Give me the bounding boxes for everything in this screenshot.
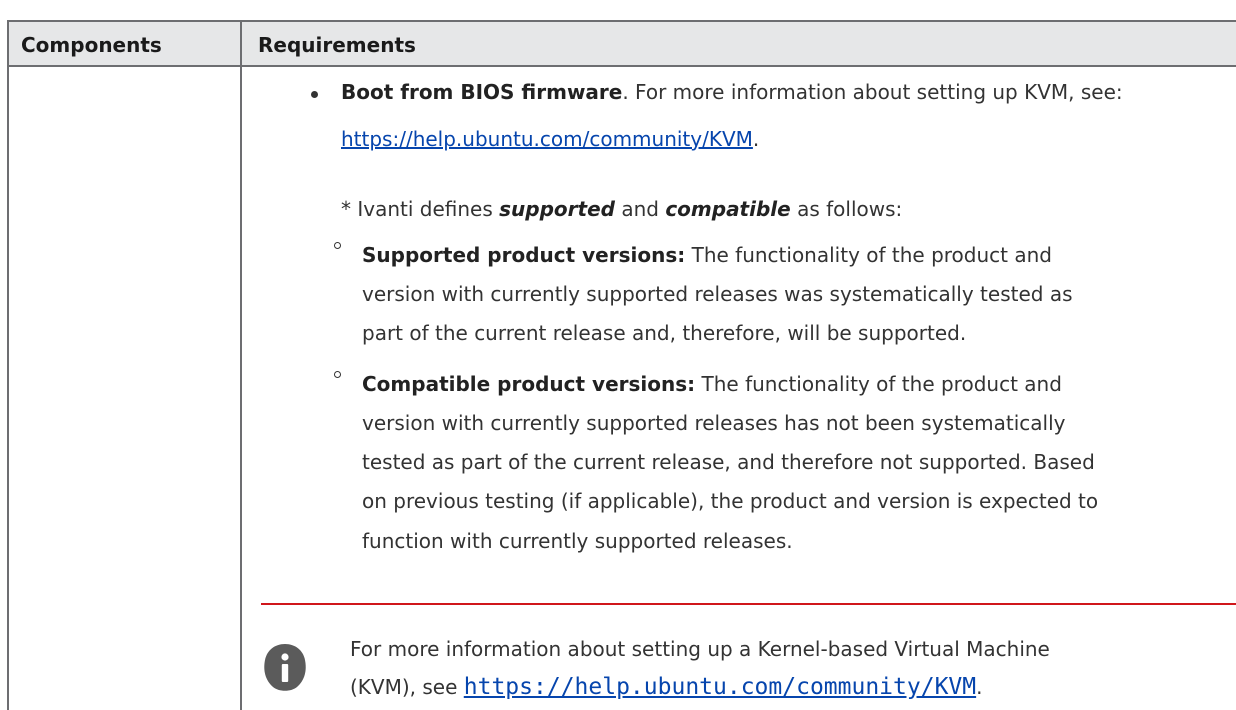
- bullet-line-2: https://help.ubuntu.com/community/KVM.: [341, 127, 759, 151]
- and-word: and: [614, 197, 666, 221]
- note-link-suffix: .: [976, 675, 983, 699]
- bullet-dot: [311, 91, 318, 98]
- bullet-link-suffix: .: [752, 127, 760, 151]
- intro-suffix: as follows:: [790, 197, 903, 221]
- compatible-label: Compatible product versions:: [362, 372, 696, 396]
- requirements-cell: Boot from BIOS firmware. For more inform…: [0, 0, 1236, 710]
- compatible-line-4: on previous testing (if applicable), the…: [362, 489, 1099, 513]
- note-line-1: For more information about setting up a …: [350, 637, 1050, 661]
- kvm-link[interactable]: https://help.ubuntu.com/community/KVM: [341, 127, 753, 151]
- compatible-word: compatible: [665, 197, 791, 221]
- document-page: Components Requirements Boot from BIOS f…: [0, 0, 1236, 710]
- compatible-line-2: version with currently supported release…: [362, 411, 1066, 435]
- note-line2-prefix: (KVM), see: [350, 675, 464, 699]
- note-kvm-link[interactable]: https://help.ubuntu.com/community/KVM: [464, 674, 976, 700]
- note-separator: [261, 603, 1236, 605]
- circle-bullet-compatible: [334, 371, 341, 378]
- supported-text-1: The functionality of the product and: [685, 243, 1052, 267]
- supported-line-1: Supported product versions: The function…: [362, 243, 1052, 267]
- compatible-line-3: tested as part of the current release, a…: [362, 450, 1095, 474]
- compatible-line-1: Compatible product versions: The functio…: [362, 372, 1062, 396]
- info-icon: [264, 644, 306, 691]
- supported-word: supported: [499, 197, 615, 221]
- bullet-text: . For more information about setting up …: [622, 80, 1123, 104]
- note-line-2: (KVM), see https://help.ubuntu.com/commu…: [350, 674, 982, 700]
- compatible-line-5: function with currently supported releas…: [362, 529, 793, 553]
- supported-line-3: part of the current release and, therefo…: [362, 321, 967, 345]
- supported-line-2: version with currently supported release…: [362, 282, 1073, 306]
- compatible-text-1: The functionality of the product and: [695, 372, 1062, 396]
- circle-bullet-supported: [334, 242, 341, 249]
- definition-intro: * Ivanti defines supported and compatibl…: [341, 197, 902, 221]
- intro-prefix: * Ivanti defines: [341, 197, 500, 221]
- bullet-line-1: Boot from BIOS firmware. For more inform…: [341, 80, 1123, 104]
- supported-label: Supported product versions:: [362, 243, 686, 267]
- bullet-title: Boot from BIOS firmware: [341, 80, 623, 104]
